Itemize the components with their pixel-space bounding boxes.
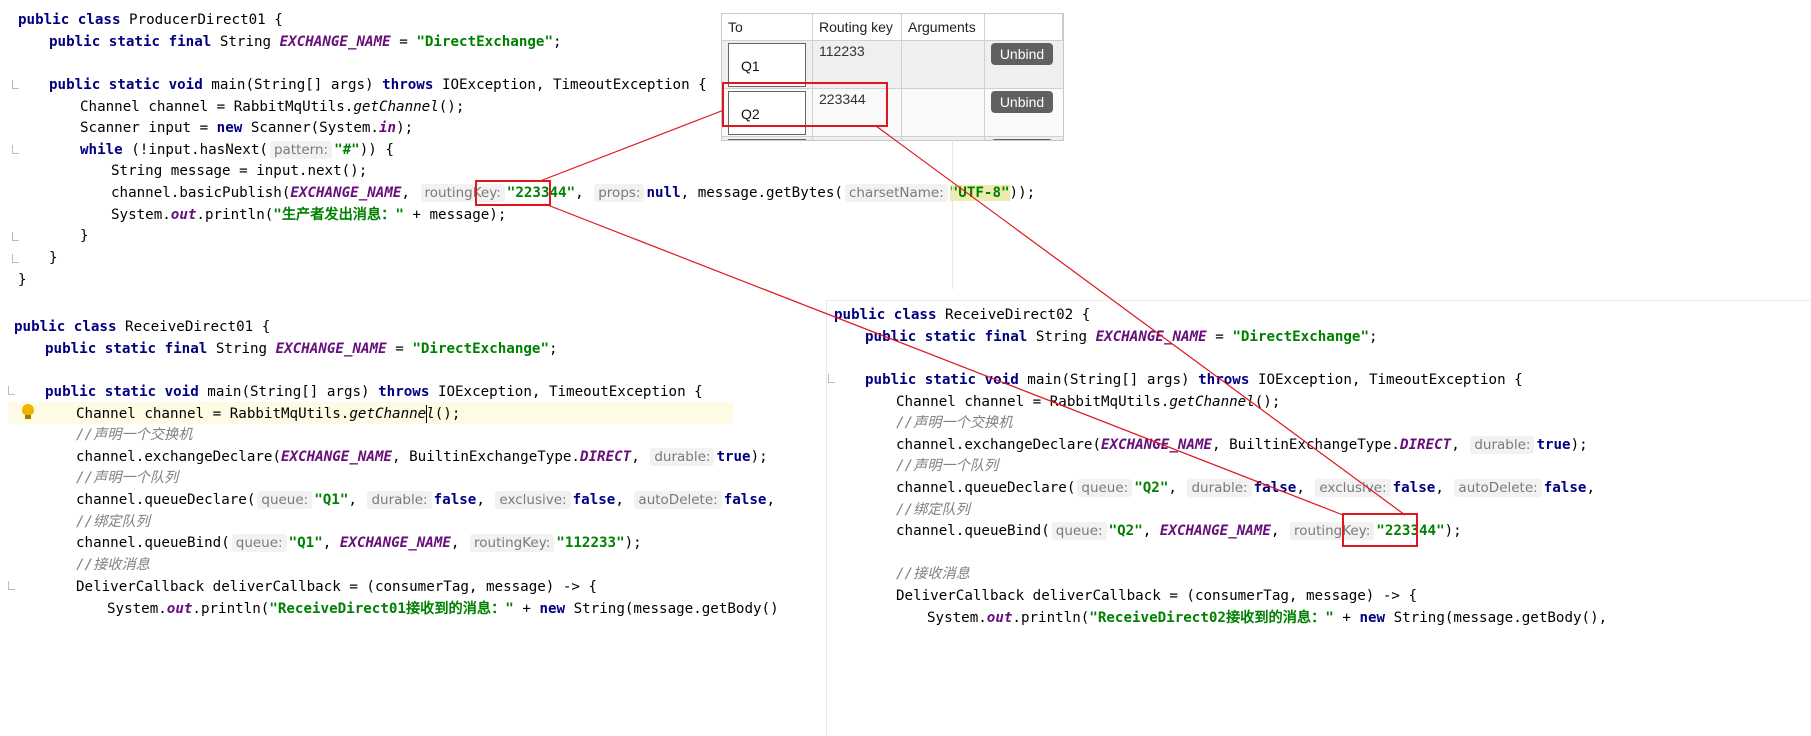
connector-lines [539,109,1406,516]
connector-line [539,109,725,182]
connector-line [875,125,1406,516]
connector-line [544,203,1344,516]
